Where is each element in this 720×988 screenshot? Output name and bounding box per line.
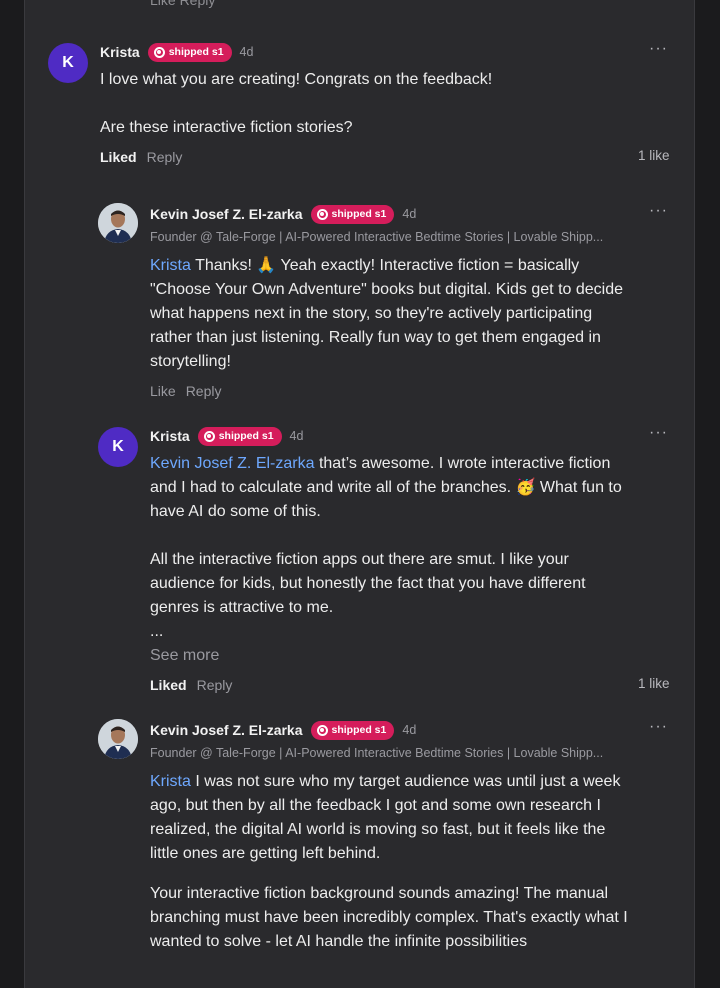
comment-body: Krista Thanks! 🙏 Yeah exactly! Interacti… — [150, 254, 628, 374]
timestamp: 4d — [289, 429, 304, 443]
mention-link[interactable]: Krista — [150, 257, 191, 274]
like-button[interactable]: Liked — [100, 149, 137, 165]
avatar[interactable]: K — [48, 43, 88, 83]
comment-paragraph: Krista I was not sure who my target audi… — [150, 770, 628, 866]
like-count[interactable]: 1 like — [638, 676, 670, 691]
avatar-photo-icon — [98, 203, 138, 243]
comment-header: Krista shipped s1 4d — [150, 425, 303, 447]
comment-actions: Liked Reply — [150, 677, 232, 693]
comment-header: Kevin Josef Z. El-zarka shipped s1 4d — [150, 719, 416, 741]
comment-body: I love what you are creating! Congrats o… — [100, 68, 660, 140]
avatar-photo-icon — [98, 719, 138, 759]
author-name[interactable]: Krista — [150, 428, 190, 444]
mention-link[interactable]: Kevin Josef Z. El-zarka — [150, 455, 315, 472]
more-icon[interactable]: ··· — [649, 718, 668, 736]
ship-icon — [203, 430, 215, 442]
author-headline: Founder @ Tale-Forge | AI-Powered Intera… — [150, 746, 604, 760]
comment-actions: Like Reply — [150, 383, 221, 399]
comment-line: I love what you are creating! Congrats o… — [100, 71, 493, 88]
more-icon[interactable]: ··· — [649, 424, 668, 442]
reply-button[interactable]: Reply — [147, 149, 183, 165]
comment-line: Are these interactive fiction stories? — [100, 119, 353, 136]
comment-paragraph: Your interactive fiction background soun… — [150, 885, 628, 950]
status-badge[interactable]: shipped s1 — [147, 42, 232, 62]
status-badge[interactable]: shipped s1 — [197, 426, 282, 446]
more-icon[interactable]: ··· — [649, 40, 668, 58]
mention-link[interactable]: Krista — [150, 773, 191, 790]
comment-paragraph: Kevin Josef Z. El-zarka that’s awesome. … — [150, 452, 628, 524]
status-badge[interactable]: shipped s1 — [310, 720, 395, 740]
like-count[interactable]: 1 like — [638, 148, 670, 163]
comment-text: Thanks! 🙏 Yeah exactly! Interactive fict… — [150, 257, 623, 370]
ship-icon — [316, 724, 328, 736]
more-icon[interactable]: ··· — [649, 202, 668, 220]
badge-label: shipped s1 — [218, 430, 274, 442]
author-name[interactable]: Krista — [100, 44, 140, 60]
see-more-link[interactable]: See more — [150, 644, 628, 668]
truncation-ellipsis: ... — [150, 623, 164, 640]
avatar[interactable] — [98, 203, 138, 243]
badge-label: shipped s1 — [168, 46, 224, 58]
comment-text: I was not sure who my target audience wa… — [150, 773, 621, 862]
ship-icon — [153, 46, 165, 58]
like-button[interactable]: Like — [150, 383, 176, 399]
comment-body: Kevin Josef Z. El-zarka that’s awesome. … — [150, 452, 628, 668]
comment-body: Krista I was not sure who my target audi… — [150, 770, 628, 970]
comment-paragraph: All the interactive fiction apps out the… — [150, 551, 586, 616]
reply-button[interactable]: Reply — [186, 383, 222, 399]
timestamp: 4d — [402, 723, 417, 737]
comment-actions: Liked Reply — [100, 149, 182, 165]
status-badge[interactable]: shipped s1 — [310, 204, 395, 224]
timestamp: 4d — [402, 207, 417, 221]
like-button[interactable]: Liked — [150, 677, 187, 693]
avatar[interactable]: K — [98, 427, 138, 467]
comment-header: Krista shipped s1 4d — [100, 41, 253, 63]
avatar[interactable] — [98, 719, 138, 759]
author-name[interactable]: Kevin Josef Z. El-zarka — [150, 722, 303, 738]
reply-button[interactable]: Reply — [197, 677, 233, 693]
badge-label: shipped s1 — [331, 724, 387, 736]
ship-icon — [316, 208, 328, 220]
author-headline: Founder @ Tale-Forge | AI-Powered Intera… — [150, 230, 604, 244]
previous-comment-actions: Like Reply — [150, 0, 216, 8]
author-name[interactable]: Kevin Josef Z. El-zarka — [150, 206, 303, 222]
comment-header: Kevin Josef Z. El-zarka shipped s1 4d — [150, 203, 416, 225]
badge-label: shipped s1 — [331, 208, 387, 220]
timestamp: 4d — [239, 45, 254, 59]
